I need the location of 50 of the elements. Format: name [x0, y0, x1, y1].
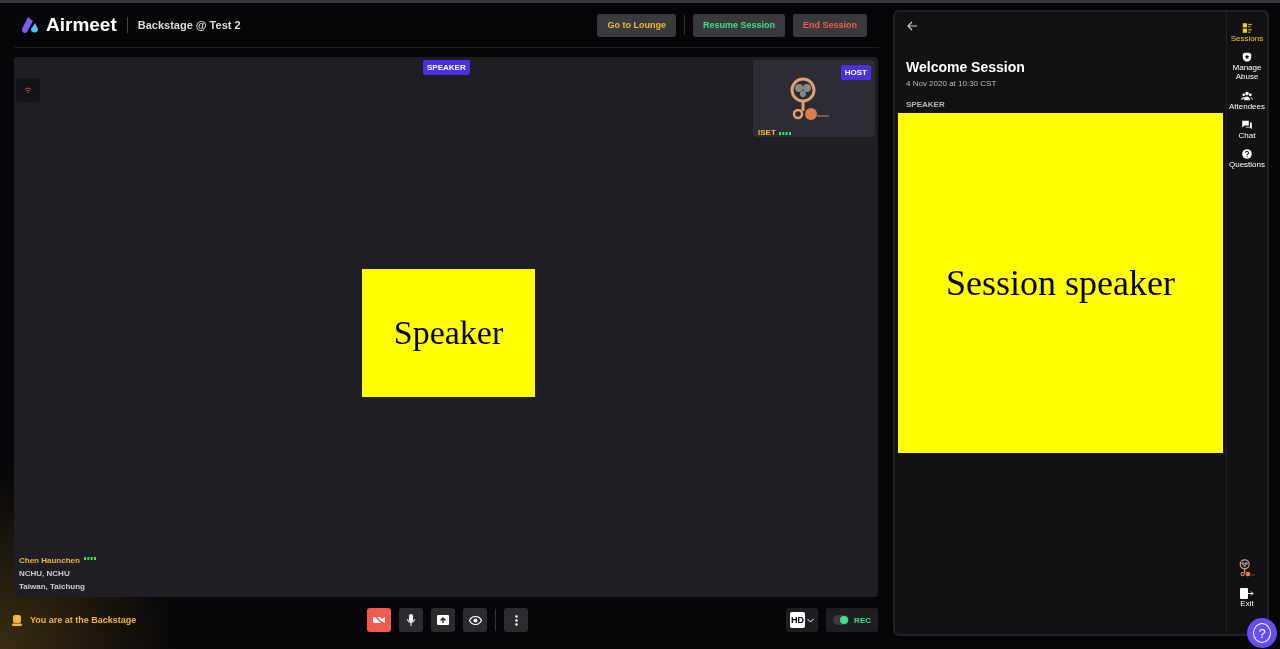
audio-level-icon	[778, 130, 791, 135]
audio-level-icon	[83, 556, 96, 560]
camera-button[interactable]	[367, 608, 391, 632]
record-toggle[interactable]: REC	[826, 608, 878, 632]
exit-icon	[1240, 588, 1254, 599]
shield-icon	[1241, 51, 1253, 64]
end-session-button[interactable]: End Session	[793, 13, 867, 37]
speaker-card: Speaker	[362, 269, 535, 397]
more-options-button[interactable]	[504, 608, 528, 632]
back-arrow-icon[interactable]	[906, 20, 918, 32]
resume-session-button[interactable]: Resume Session	[692, 13, 785, 37]
people-icon	[1241, 89, 1253, 102]
logo-text: Airmeet	[46, 14, 117, 36]
event-title: Backstage @ Test 2	[137, 19, 241, 31]
avatar-drawing	[1238, 558, 1256, 578]
chat-icon	[1241, 118, 1253, 131]
more-vertical-icon	[514, 614, 518, 626]
nav-item[interactable]: Sessions	[1227, 22, 1267, 44]
speaker-card: Session speaker	[898, 113, 1223, 453]
nav-item[interactable]: Questions	[1227, 147, 1267, 170]
host-badge: HOST	[840, 65, 871, 80]
speaker-badge: SPEAKER	[423, 60, 470, 75]
question-icon	[1241, 147, 1253, 160]
nav-item[interactable]: Manage Abuse	[1227, 51, 1267, 82]
nav-item[interactable]: Attendees	[1227, 89, 1267, 111]
nav-item[interactable]: Chat	[1227, 118, 1267, 140]
logo-icon	[22, 17, 40, 33]
upload-screen-icon	[437, 615, 449, 625]
caret-icon	[807, 617, 815, 623]
avatar-drawing	[789, 76, 831, 122]
presenter-location: Taiwan, Taichung	[19, 582, 86, 591]
help-button[interactable]: ?	[1247, 618, 1277, 648]
microphone-icon	[407, 614, 415, 626]
microphone-button[interactable]	[399, 608, 423, 632]
sessions-icon	[1241, 22, 1253, 34]
presenter-organization: NCHU, NCHU	[19, 569, 71, 578]
camera-off-icon	[373, 615, 385, 625]
session-title: Welcome Session	[906, 59, 1026, 75]
presenter-name: Chen Haunchen	[19, 556, 80, 565]
seat-icon	[12, 614, 22, 626]
section-label: SPEAKER	[906, 100, 946, 109]
video-quality-dropdown[interactable]: HD	[786, 608, 819, 632]
lounge-session-button[interactable]: Go to Lounge	[597, 13, 676, 37]
screen-share-button[interactable]	[431, 608, 455, 632]
preview-button[interactable]	[463, 608, 487, 632]
session-date: 4 Nov 2020 at 10:30 CST	[906, 79, 998, 88]
exit-button[interactable]: Exit	[1240, 588, 1254, 608]
backstage-status: You are at the Backstage	[30, 615, 137, 625]
eye-icon	[468, 615, 482, 625]
host-name: ISET	[758, 128, 776, 137]
